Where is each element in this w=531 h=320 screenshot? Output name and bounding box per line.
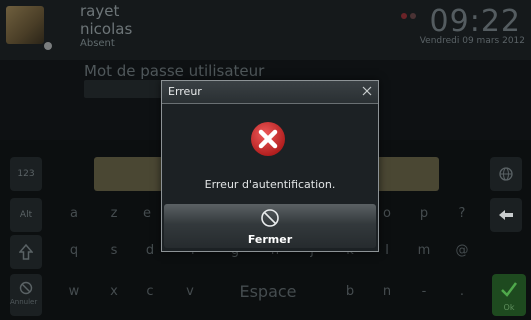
globe-icon [499,167,513,181]
backspace-key[interactable] [490,198,522,232]
avatar [6,6,44,44]
key-s[interactable]: s [104,243,124,258]
error-dialog: Erreur Erreur d'autentification. Fermer [161,80,379,252]
cancel-key[interactable] [10,274,42,316]
ok-key[interactable]: Ok [492,274,526,316]
key-w[interactable]: w [64,284,84,299]
key-a[interactable]: a [64,206,84,221]
cancel-icon [19,281,33,295]
prohibit-icon [261,209,279,227]
error-message: Erreur d'autentification. [204,178,336,191]
key-z[interactable]: z [104,206,124,221]
close-button[interactable]: Fermer [164,204,376,248]
alt-key[interactable]: Alt [10,198,42,232]
ok-key-label: Ok [503,303,515,312]
shift-icon [19,244,33,260]
clock: 09:22 [429,4,521,39]
num-key[interactable]: 123 [10,157,42,191]
key-period[interactable]: . [452,284,472,299]
date: Vendredi 09 mars 2012 [419,36,525,46]
key-at[interactable]: @ [452,243,472,258]
close-icon[interactable] [361,85,373,97]
user-last-name: nicolas [80,20,133,38]
key-question[interactable]: ? [452,206,472,221]
key-dash[interactable]: - [414,284,434,299]
user-status: Absent [80,38,115,49]
language-key[interactable] [490,157,522,191]
user-first-name: rayet [80,2,120,20]
key-c[interactable]: c [140,284,160,299]
key-p[interactable]: p [414,206,434,221]
key-l[interactable]: l [377,243,397,258]
key-q[interactable]: q [64,243,84,258]
key-d[interactable]: d [140,243,160,258]
key-o[interactable]: o [377,206,397,221]
key-b[interactable]: b [340,284,360,299]
top-bar: rayet nicolas Absent 09:22 Vendredi 09 m… [0,0,531,60]
network-icon [401,13,416,19]
check-icon [501,282,517,297]
key-m[interactable]: m [414,243,434,258]
cancel-key-label: Annuler [10,298,38,306]
password-prompt-label: Mot de passe utilisateur [84,62,265,80]
error-icon [251,122,285,156]
key-n[interactable]: n [377,284,397,299]
shift-key[interactable] [10,235,42,269]
presence-dot-icon [44,42,52,50]
dialog-titlebar: Erreur [162,81,378,104]
key-v[interactable]: v [180,284,200,299]
key-e[interactable]: e [137,206,157,221]
close-button-label: Fermer [247,233,293,246]
dialog-title: Erreur [168,85,202,98]
backspace-icon [499,210,513,220]
key-x[interactable]: x [104,284,124,299]
space-key[interactable]: Espace [228,282,308,301]
